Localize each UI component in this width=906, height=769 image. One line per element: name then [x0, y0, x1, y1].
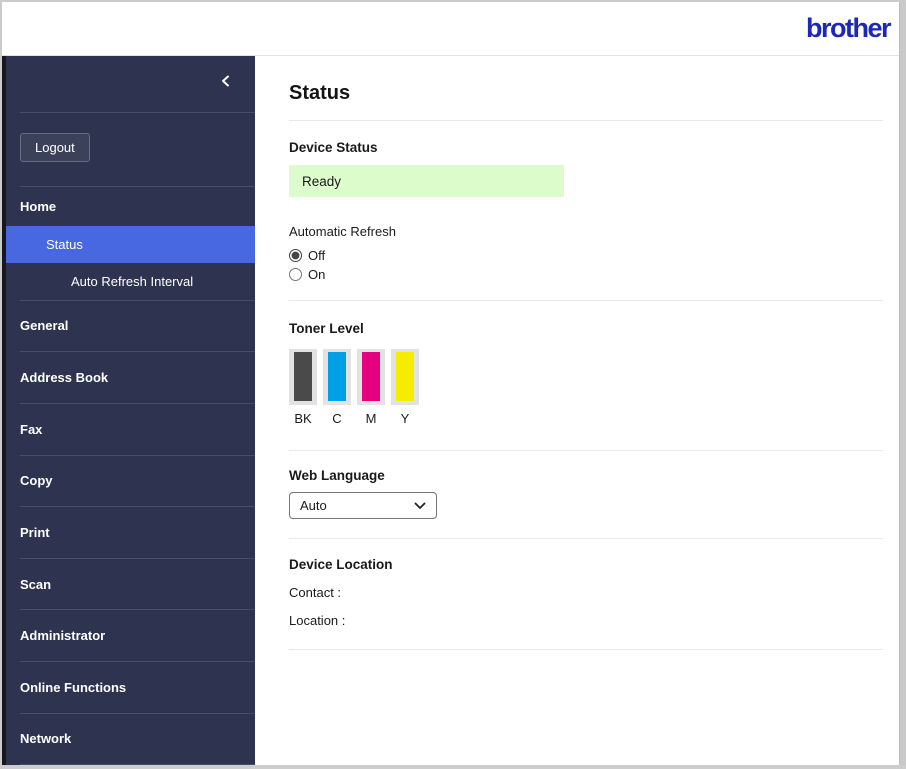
toner-level-bars: [289, 349, 883, 405]
page-title: Status: [289, 82, 351, 104]
sidebar-item-status[interactable]: Status: [6, 226, 255, 263]
toner-cartridge-cyan: [323, 349, 351, 405]
auto-refresh-off-option[interactable]: Off: [289, 246, 883, 265]
sidebar-item-home[interactable]: Home: [6, 187, 255, 227]
brother-web-admin-page: brother Logout Home Status Auto Refresh …: [0, 0, 906, 769]
automatic-refresh-label: Automatic Refresh: [289, 224, 396, 239]
sidebar-item-scan[interactable]: Scan: [6, 559, 255, 610]
sidebar-nav: Logout Home Status Auto Refresh Interval…: [2, 56, 255, 766]
horizontal-scrollbar[interactable]: [2, 765, 906, 769]
collapse-sidebar-button[interactable]: [215, 72, 237, 94]
sidebar-item-network[interactable]: Network: [6, 714, 255, 765]
toner-fill-yellow: [396, 352, 414, 401]
auto-refresh-on-label: On: [308, 267, 326, 282]
sidebar-item-auto-refresh-interval[interactable]: Auto Refresh Interval: [6, 263, 255, 300]
auto-refresh-on-radio[interactable]: [289, 268, 302, 281]
toner-level-label: Toner Level: [289, 321, 364, 336]
divider: [289, 120, 883, 121]
toner-fill-cyan: [328, 352, 346, 401]
contact-label: Contact :: [289, 585, 342, 600]
top-header: brother: [2, 2, 906, 56]
web-language-select[interactable]: Auto: [289, 492, 437, 519]
toner-label-magenta: M: [365, 411, 377, 426]
toner-level-labels: BK C M Y: [289, 411, 883, 426]
sidebar-item-copy[interactable]: Copy: [6, 456, 255, 507]
brother-logo: brother: [806, 13, 892, 43]
logout-button[interactable]: Logout: [20, 132, 90, 162]
sidebar-item-print[interactable]: Print: [6, 507, 255, 558]
main-content: Status Device Status Ready Automatic Ref…: [255, 56, 906, 765]
toner-cartridge-black: [289, 349, 317, 405]
toner-fill-black: [294, 352, 312, 401]
auto-refresh-on-option[interactable]: On: [289, 265, 883, 284]
device-location-label: Device Location: [289, 557, 393, 572]
auto-refresh-off-radio[interactable]: [289, 249, 302, 262]
toner-label-cyan: C: [332, 411, 342, 426]
sidebar-header: [6, 56, 255, 112]
web-language-selected-value: Auto: [300, 498, 327, 513]
toner-fill-magenta: [362, 352, 380, 401]
logout-section: Logout: [6, 113, 255, 186]
chevron-down-icon: [414, 498, 426, 513]
sidebar-item-general[interactable]: General: [6, 301, 255, 352]
auto-refresh-off-label: Off: [308, 248, 326, 263]
divider: [289, 538, 883, 539]
divider: [289, 450, 883, 451]
divider: [289, 300, 883, 301]
toner-cartridge-magenta: [357, 349, 385, 405]
device-status-value: Ready: [289, 165, 564, 197]
toner-label-yellow: Y: [400, 411, 410, 426]
sidebar-item-fax[interactable]: Fax: [6, 404, 255, 455]
divider: [289, 649, 883, 650]
web-language-label: Web Language: [289, 468, 385, 483]
sidebar-item-administrator[interactable]: Administrator: [6, 610, 255, 661]
vertical-scrollbar[interactable]: [899, 2, 906, 769]
location-label: Location :: [289, 613, 346, 628]
toner-cartridge-yellow: [391, 349, 419, 405]
sidebar-item-online-functions[interactable]: Online Functions: [6, 662, 255, 713]
automatic-refresh-options: Off On: [289, 246, 883, 284]
toner-label-black: BK: [294, 411, 312, 426]
sidebar-item-address-book[interactable]: Address Book: [6, 352, 255, 403]
device-status-label: Device Status: [289, 140, 378, 155]
chevron-left-icon: [219, 74, 233, 93]
